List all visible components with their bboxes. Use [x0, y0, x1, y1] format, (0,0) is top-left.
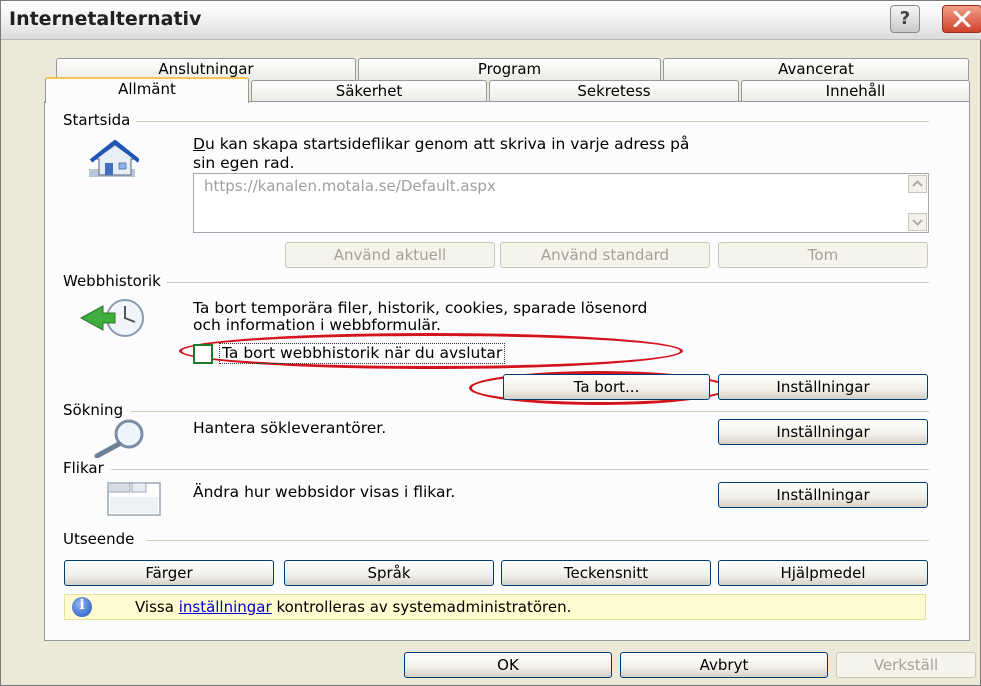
homepage-url-value: https://kanalen.motala.se/Default.aspx — [204, 177, 496, 195]
fonts-button[interactable]: Teckensnitt — [501, 560, 711, 586]
info-prefix: Vissa — [135, 598, 174, 616]
tab-label: Allmänt — [118, 80, 176, 98]
cancel-button[interactable]: Avbryt — [620, 652, 828, 678]
question-mark-icon: ? — [899, 8, 911, 29]
startsida-description-line2: sin egen rad. — [193, 154, 295, 172]
scroll-down-button[interactable] — [908, 213, 927, 231]
tab-program[interactable]: Program — [358, 58, 661, 80]
sokning-description: Hantera sökleverantörer. — [193, 419, 387, 437]
group-divider — [146, 540, 929, 541]
info-message: Vissa inställningar kontrolleras av syst… — [135, 598, 571, 616]
scroll-up-button[interactable] — [908, 175, 927, 193]
history-settings-button[interactable]: Inställningar — [718, 374, 928, 400]
tab-allmant[interactable]: Allmänt — [45, 77, 249, 103]
close-icon — [953, 11, 971, 27]
search-settings-button[interactable]: Inställningar — [718, 419, 928, 445]
group-divider — [111, 121, 929, 122]
use-default-button[interactable]: Använd standard — [500, 242, 710, 268]
ok-button[interactable]: OK — [404, 652, 612, 678]
delete-history-on-exit-checkbox[interactable] — [193, 344, 213, 364]
languages-button[interactable]: Språk — [284, 560, 494, 586]
group-label-utseende: Utseende — [63, 530, 141, 548]
tabs-settings-button[interactable]: Inställningar — [718, 482, 928, 508]
tab-label: Innehåll — [825, 82, 886, 100]
admin-info-bar: i Vissa inställningar kontrolleras av sy… — [64, 594, 926, 620]
info-icon: i — [72, 597, 92, 617]
use-current-button[interactable]: Använd aktuell — [285, 242, 495, 268]
history-clock-icon — [79, 298, 161, 342]
group-divider — [131, 411, 929, 412]
tab-avancerat[interactable]: Avancerat — [663, 58, 969, 80]
group-label-sokning: Sökning — [63, 401, 130, 419]
group-divider — [151, 282, 929, 283]
tab-innehall[interactable]: Innehåll — [741, 80, 970, 102]
tab-sekretess[interactable]: Sekretess — [489, 80, 739, 102]
home-icon — [83, 139, 141, 185]
help-button[interactable]: ? — [890, 5, 920, 33]
window-title: Internetalternativ — [9, 8, 202, 30]
group-label-webbhistorik: Webbhistorik — [63, 272, 167, 290]
group-label-startsida: Startsida — [63, 111, 137, 129]
startsida-description-line1: Du kan skapa startsideflikar genom att s… — [193, 135, 690, 153]
tab-label: Avancerat — [778, 60, 854, 78]
tab-sakerhet[interactable]: Säkerhet — [251, 80, 487, 102]
use-blank-button[interactable]: Tom — [718, 242, 928, 268]
chevron-down-icon — [912, 219, 923, 226]
apply-button[interactable]: Verkställ — [836, 652, 976, 678]
homepage-url-textbox[interactable]: https://kanalen.motala.se/Default.aspx — [193, 173, 929, 233]
startsida-description-text: u kan skapa startsideflikar genom att sk… — [204, 135, 690, 153]
delete-history-on-exit-label[interactable]: Ta bort webbhistorik när du avslutar — [218, 343, 506, 364]
internet-options-dialog: Internetalternativ ? Anslutningar Progra… — [0, 0, 981, 686]
colors-button[interactable]: Färger — [64, 560, 274, 586]
close-button[interactable] — [942, 5, 981, 33]
tab-label: Sekretess — [577, 82, 651, 100]
group-divider — [111, 469, 929, 470]
info-suffix: kontrolleras av systemadministratören. — [276, 598, 572, 616]
tab-label: Anslutningar — [158, 60, 254, 78]
magnifier-icon — [89, 418, 151, 462]
chevron-up-icon — [912, 180, 923, 187]
title-bar[interactable]: Internetalternativ ? — [1, 1, 981, 40]
accessibility-button[interactable]: Hjälpmedel — [718, 560, 928, 586]
tabs-icon — [106, 477, 162, 521]
group-label-flikar: Flikar — [63, 459, 110, 477]
flikar-description: Ändra hur webbsidor visas i flikar. — [193, 483, 456, 501]
delete-history-button[interactable]: Ta bort... — [503, 374, 710, 400]
settings-link[interactable]: inställningar — [179, 598, 272, 616]
tab-label: Program — [477, 60, 542, 78]
tab-label: Säkerhet — [335, 82, 403, 100]
